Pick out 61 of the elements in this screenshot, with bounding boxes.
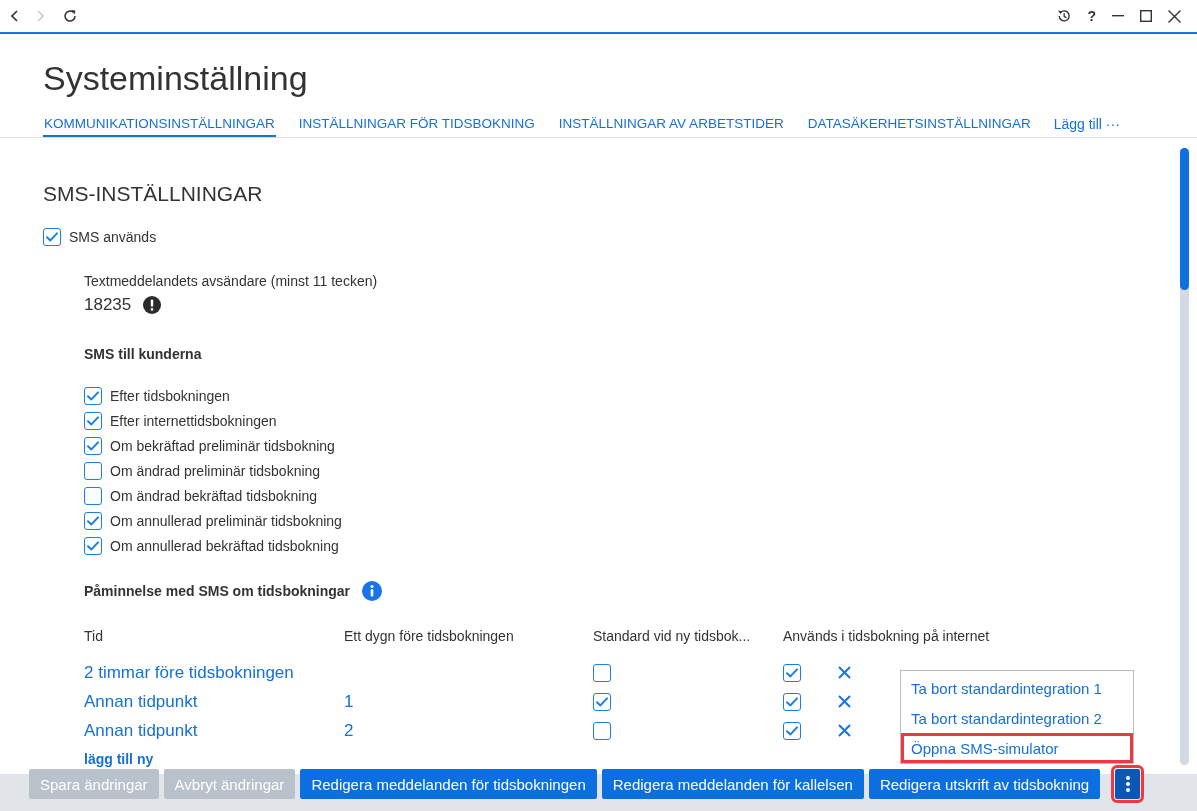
page-title: Systeminställning bbox=[43, 58, 309, 98]
footer-button[interactable]: Redigera utskrift av tidsbokning bbox=[868, 769, 1101, 799]
checkbox-label: Om bekräftad preliminär tidsbokning bbox=[110, 436, 335, 455]
subsection-heading: SMS till kunderna bbox=[84, 345, 202, 363]
cross-icon[interactable] bbox=[838, 724, 851, 737]
checkbox[interactable] bbox=[84, 511, 102, 530]
checkbox-label: Efter internettidsbokningen bbox=[110, 411, 277, 430]
footer-button[interactable]: Redigera meddelanden för kallelsen bbox=[601, 769, 864, 799]
checkbox[interactable] bbox=[783, 721, 801, 740]
checkbox-label: Efter tidsbokningen bbox=[110, 386, 230, 405]
add-new-link[interactable]: lägg till ny bbox=[84, 751, 154, 767]
menu-item[interactable]: Öppna SMS-simulator bbox=[901, 733, 1133, 763]
checkbox-label: SMS används bbox=[69, 228, 157, 246]
checkbox-label: Om annullerad bekräftad tidsbokning bbox=[110, 536, 339, 555]
help-button[interactable]: ? bbox=[1087, 8, 1096, 24]
refresh-icon[interactable] bbox=[63, 9, 77, 23]
history-icon[interactable] bbox=[1057, 9, 1072, 23]
checkbox[interactable] bbox=[783, 692, 801, 711]
info-icon[interactable] bbox=[362, 581, 383, 601]
field-value: 18235 bbox=[84, 294, 132, 316]
checkbox[interactable] bbox=[84, 436, 102, 455]
checkbox-label: Om annullerad preliminär tidsbokning bbox=[110, 511, 342, 530]
day-link[interactable]: 1 bbox=[344, 687, 354, 716]
checkbox[interactable] bbox=[593, 692, 611, 711]
cross-icon[interactable] bbox=[838, 666, 851, 679]
add-tab-link[interactable]: Lägg till ··· bbox=[1053, 114, 1120, 137]
section-heading: SMS-INSTÄLLNINGAR bbox=[43, 182, 264, 206]
three-dots-icon bbox=[1125, 776, 1130, 792]
checkbox-label: Om ändrad preliminär tidsbokning bbox=[110, 461, 321, 480]
time-link[interactable]: Annan tidpunkt bbox=[84, 687, 198, 716]
tab[interactable]: INSTÄLLNINGAR AV ARBETSTIDER bbox=[557, 114, 785, 137]
checkbox[interactable] bbox=[84, 536, 102, 555]
minimize-icon[interactable] bbox=[1112, 15, 1124, 17]
tab[interactable]: INSTÄLLNINGAR FÖR TIDSBOKNING bbox=[297, 114, 536, 137]
tab[interactable]: KOMMUNIKATIONSINSTÄLLNINGAR bbox=[43, 114, 276, 137]
maximize-icon[interactable] bbox=[1140, 10, 1152, 22]
checkbox[interactable] bbox=[84, 461, 102, 480]
column-header: Ett dygn före tidsbokningen bbox=[344, 627, 514, 645]
checkbox[interactable] bbox=[84, 386, 102, 405]
back-chevron-icon[interactable] bbox=[11, 10, 18, 22]
column-header: Används i tidsbokning på internet bbox=[783, 627, 990, 645]
time-link[interactable]: Annan tidpunkt bbox=[84, 716, 198, 745]
checkbox[interactable] bbox=[43, 228, 61, 246]
day-link[interactable]: 2 bbox=[344, 716, 354, 745]
close-icon[interactable] bbox=[1168, 9, 1181, 23]
cross-icon[interactable] bbox=[838, 695, 851, 708]
scrollbar-track[interactable] bbox=[1180, 148, 1189, 765]
checkbox[interactable] bbox=[84, 486, 102, 505]
time-link[interactable]: 2 timmar före tidsbokningen bbox=[84, 658, 294, 687]
checkbox-label: Om ändrad bekräftad tidsbokning bbox=[110, 486, 317, 505]
scrollbar-thumb[interactable] bbox=[1180, 148, 1189, 290]
column-header: Standard vid ny tidsbok... bbox=[593, 627, 751, 645]
checkbox[interactable] bbox=[84, 411, 102, 430]
checkbox[interactable] bbox=[783, 663, 801, 682]
checkbox[interactable] bbox=[593, 721, 611, 740]
column-header: Tid bbox=[84, 627, 103, 645]
subsection-heading: Påminnelse med SMS om tidsbokningar bbox=[84, 582, 351, 600]
field-label: Textmeddelandets avsändare (minst 11 tecken) bbox=[84, 272, 379, 290]
footer-button[interactable]: Redigera meddelanden för tidsbokningen bbox=[300, 769, 597, 799]
tab[interactable]: DATASÄKERHETSINSTÄLLNINGAR bbox=[806, 114, 1032, 137]
checkbox[interactable] bbox=[593, 663, 611, 682]
